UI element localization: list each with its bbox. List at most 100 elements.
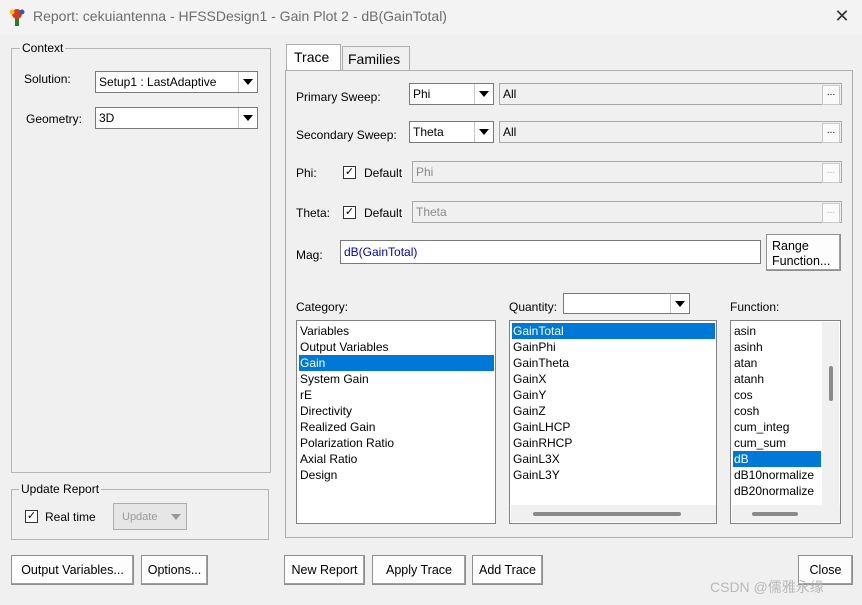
function-list-item[interactable]: cosh [733, 403, 821, 419]
app-logo-icon [9, 9, 25, 26]
secondary-sweep-label: Secondary Sweep: [296, 128, 397, 142]
function-list-item[interactable]: dB20normalize [733, 483, 821, 499]
quantity-list-item[interactable]: GainL3X [512, 451, 715, 467]
theta-field-value: Theta [416, 205, 447, 219]
function-list-item[interactable]: asin [733, 323, 821, 339]
primary-sweep-value: Phi [413, 87, 431, 101]
category-list-item[interactable]: Design [299, 467, 494, 483]
phi-edit-button[interactable]: ... [822, 163, 840, 183]
function-hscrollbar[interactable] [732, 505, 840, 522]
chevron-down-icon [474, 84, 493, 104]
realtime-checkbox[interactable]: ✓ [25, 510, 38, 523]
secondary-sweep-select[interactable]: Theta [409, 121, 494, 143]
geometry-label: Geometry: [26, 112, 83, 126]
quantity-filter-select[interactable] [563, 293, 690, 314]
theta-default-label: Default [364, 206, 403, 220]
primary-sweep-range-value: All [503, 87, 517, 101]
secondary-sweep-value: Theta [413, 125, 444, 139]
function-list-item[interactable]: dB10normalize [733, 467, 821, 483]
category-list-item[interactable]: Axial Ratio [299, 451, 494, 467]
tab-trace-label: Trace [294, 49, 330, 65]
quantity-list-item[interactable]: GainZ [512, 403, 715, 419]
range-function-line1: Range [772, 239, 809, 253]
range-function-button[interactable]: Range Function... [766, 234, 841, 271]
solution-select[interactable]: Setup1 : LastAdaptive [95, 71, 258, 93]
phi-default-checkbox[interactable]: ✓ [343, 166, 356, 179]
mag-label: Mag: [296, 248, 323, 262]
realtime-label: Real time [45, 510, 96, 524]
chevron-down-icon [474, 122, 493, 142]
new-report-button[interactable]: New Report [284, 555, 365, 585]
output-variables-button[interactable]: Output Variables... [11, 555, 134, 585]
category-list-item[interactable]: Polarization Ratio [299, 435, 494, 451]
chevron-down-icon [238, 108, 257, 128]
category-list-item[interactable]: Variables [299, 323, 494, 339]
function-vscroll-thumb[interactable] [829, 366, 833, 401]
function-label: Function: [730, 300, 780, 314]
geometry-select[interactable]: 3D [95, 107, 258, 129]
add-trace-button[interactable]: Add Trace [472, 555, 543, 585]
update-button[interactable]: Update [113, 503, 187, 530]
primary-sweep-select[interactable]: Phi [409, 83, 494, 105]
function-list-item[interactable]: cum_sum [733, 435, 821, 451]
function-hscroll-thumb[interactable] [752, 512, 798, 516]
category-list-item[interactable]: Output Variables [299, 339, 494, 355]
window-close-icon[interactable]: ✕ [834, 6, 850, 26]
chevron-down-icon [171, 514, 181, 520]
quantity-hscroll-thumb[interactable] [533, 512, 681, 516]
apply-trace-button[interactable]: Apply Trace [372, 555, 466, 585]
quantity-label: Quantity: [509, 300, 558, 314]
quantity-list-item[interactable]: GainLHCP [512, 419, 715, 435]
quantity-hscrollbar[interactable] [511, 505, 716, 522]
quantity-list-item[interactable]: GainTheta [512, 355, 715, 371]
range-function-line2: Function... [772, 254, 831, 268]
category-list-item[interactable]: Realized Gain [299, 419, 494, 435]
theta-label: Theta: [296, 206, 331, 220]
options-button[interactable]: Options... [141, 555, 208, 585]
tab-families-label: Families [348, 51, 401, 67]
phi-label: Phi: [296, 166, 317, 180]
function-list-item[interactable]: atanh [733, 371, 821, 387]
function-list[interactable]: dB20normalize dB10normalize dB cum_sum cum_i… [730, 320, 841, 524]
solution-label: Solution: [24, 72, 71, 86]
tab-trace[interactable]: Trace [286, 44, 341, 71]
category-list[interactable]: Design Axial Ratio Polarization Ratio Reali… [296, 320, 496, 524]
mag-input-value: dB(GainTotal) [344, 245, 418, 259]
category-list-item[interactable]: rE [299, 387, 494, 403]
quantity-list-item[interactable]: GainX [512, 371, 715, 387]
phi-field[interactable]: Phi ... [412, 161, 842, 183]
function-list-item[interactable]: atan [733, 355, 821, 371]
category-list-item[interactable]: Gain [299, 355, 494, 371]
theta-edit-button[interactable]: ... [822, 203, 840, 223]
title-bar: Report: cekuiantenna - HFSSDesign1 - Gai… [0, 0, 862, 34]
theta-default-checkbox[interactable]: ✓ [343, 206, 356, 219]
geometry-select-value: 3D [99, 111, 115, 125]
primary-sweep-label: Primary Sweep: [296, 90, 381, 104]
secondary-sweep-edit-button[interactable]: ... [822, 123, 840, 143]
mag-input[interactable]: dB(GainTotal) [340, 240, 761, 264]
quantity-list[interactable]: GainL3Y GainL3X GainRHCP GainLHCP GainZ GainY… [509, 320, 717, 524]
window-title: Report: cekuiantenna - HFSSDesign1 - Gai… [33, 8, 447, 24]
tab-families[interactable]: Families [342, 46, 410, 71]
theta-field[interactable]: Theta ... [412, 201, 842, 223]
chevron-down-icon [670, 294, 689, 313]
category-label: Category: [296, 300, 349, 314]
function-list-item[interactable]: dB [733, 451, 821, 467]
quantity-list-item[interactable]: GainY [512, 387, 715, 403]
primary-sweep-range-field[interactable]: All ... [499, 83, 842, 105]
category-list-item[interactable]: Directivity [299, 403, 494, 419]
category-list-item[interactable]: System Gain [299, 371, 494, 387]
quantity-list-item[interactable]: GainRHCP [512, 435, 715, 451]
quantity-list-item[interactable]: GainPhi [512, 339, 715, 355]
function-list-item[interactable]: asinh [733, 339, 821, 355]
function-list-item[interactable]: cum_integ [733, 419, 821, 435]
quantity-list-item[interactable]: GainL3Y [512, 467, 715, 483]
phi-default-label: Default [364, 166, 403, 180]
quantity-list-item[interactable]: GainTotal [512, 323, 715, 339]
update-button-label: Update [122, 511, 158, 523]
phi-field-value: Phi [416, 165, 434, 179]
function-list-item[interactable]: cos [733, 387, 821, 403]
secondary-sweep-range-field[interactable]: All ... [499, 121, 842, 143]
function-vscrollbar[interactable] [822, 322, 839, 505]
primary-sweep-edit-button[interactable]: ... [822, 85, 840, 105]
